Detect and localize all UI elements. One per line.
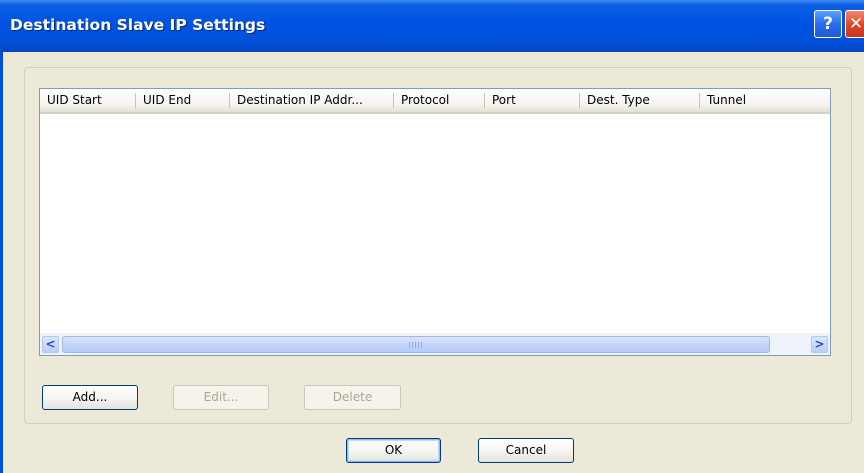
title-bar[interactable]: Destination Slave IP Settings ? ✕ <box>0 0 864 52</box>
scrollbar-thumb[interactable] <box>62 336 770 353</box>
column-header-protocol[interactable]: Protocol <box>394 89 484 112</box>
help-icon: ? <box>823 14 833 34</box>
chevron-left-icon: < <box>45 337 56 351</box>
scroll-left-button[interactable]: < <box>42 336 59 353</box>
add-button[interactable]: Add... <box>42 385 138 410</box>
window-title: Destination Slave IP Settings <box>10 16 266 34</box>
scroll-right-button[interactable]: > <box>811 336 828 353</box>
destination-list[interactable]: UID Start UID End Destination IP Addr...… <box>39 88 831 356</box>
column-header-uid-end[interactable]: UID End <box>136 89 229 112</box>
grip-icon <box>409 342 423 348</box>
column-header-uid-start[interactable]: UID Start <box>40 89 135 112</box>
help-button[interactable]: ? <box>814 10 842 38</box>
ok-button[interactable]: OK <box>346 438 441 463</box>
edit-button[interactable]: Edit... <box>173 385 269 410</box>
list-header: UID Start UID End Destination IP Addr...… <box>40 89 830 114</box>
column-header-destination-ip[interactable]: Destination IP Addr... <box>230 89 393 112</box>
delete-button[interactable]: Delete <box>304 385 401 410</box>
close-button[interactable]: ✕ <box>845 10 864 38</box>
close-icon: ✕ <box>848 14 864 34</box>
window-frame-left <box>0 52 3 473</box>
column-header-tunnel[interactable]: Tunnel <box>700 89 830 112</box>
column-header-port[interactable]: Port <box>485 89 579 112</box>
chevron-right-icon: > <box>814 337 825 351</box>
list-body[interactable] <box>40 114 830 333</box>
column-header-dest-type[interactable]: Dest. Type <box>580 89 699 112</box>
cancel-button[interactable]: Cancel <box>478 438 574 463</box>
horizontal-scrollbar[interactable]: < > <box>40 333 830 355</box>
